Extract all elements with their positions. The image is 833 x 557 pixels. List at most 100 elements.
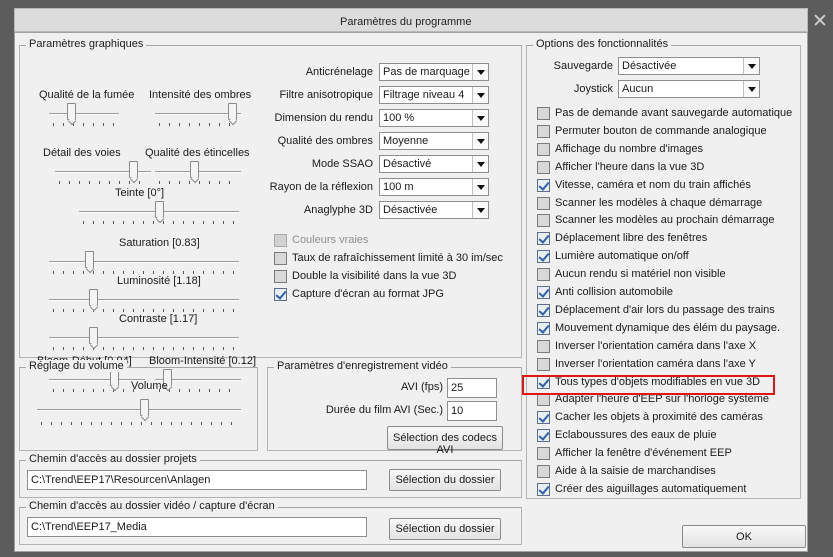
graphics-checkbox-row[interactable]: Taux de rafraîchissement limité à 30 im/… (274, 251, 514, 267)
slider-thumb[interactable] (228, 103, 237, 120)
checkbox[interactable] (274, 252, 287, 265)
graphics-combo-select[interactable]: 100 m (379, 178, 489, 196)
option-checkbox-row[interactable]: Afficher la fenêtre d'événement EEP (537, 446, 799, 462)
option-checkbox-row[interactable]: Eclaboussures des eaux de pluie (537, 428, 799, 444)
ok-button[interactable]: OK (682, 525, 806, 548)
checkbox[interactable] (537, 411, 550, 425)
checkbox[interactable] (537, 339, 550, 353)
checkbox-label: Double la visibilité dans la vue 3D (292, 270, 457, 282)
checkbox[interactable] (537, 178, 550, 192)
graphics-combo-select[interactable]: Désactivé (379, 155, 489, 173)
chevron-down-icon[interactable] (472, 87, 488, 103)
option-checkbox-row[interactable]: Affichage du nombre d'images (537, 142, 799, 158)
project-folder-button[interactable]: Sélection du dossier (389, 469, 501, 491)
slider-thumb[interactable] (89, 289, 98, 306)
checkbox[interactable] (537, 482, 550, 496)
option-checkbox-row[interactable]: Déplacement d'air lors du passage des tr… (537, 303, 799, 319)
checkbox[interactable] (537, 196, 550, 210)
checkbox-label: Pas de demande avant sauvegarde automati… (555, 107, 793, 119)
chevron-down-icon[interactable] (472, 110, 488, 126)
volume-slider-ticks (41, 422, 241, 425)
option-checkbox-row[interactable]: Inverser l'orientation caméra dans l'axe… (537, 357, 799, 373)
slider-thumb[interactable] (190, 161, 199, 178)
avi-duration-label: Durée du film AVI (Sec.) (325, 404, 443, 416)
checkbox[interactable] (537, 160, 550, 174)
option-checkbox-row[interactable]: Déplacement libre des fenêtres (537, 231, 799, 247)
checkbox-label: Capture d'écran au format JPG (292, 288, 444, 300)
slider-track[interactable] (49, 261, 239, 263)
slider-thumb[interactable] (129, 161, 138, 178)
checkbox[interactable] (537, 447, 550, 461)
option-checkbox-row[interactable]: Inverser l'orientation caméra dans l'axe… (537, 339, 799, 355)
checkbox[interactable] (537, 429, 550, 443)
slider-thumb[interactable] (155, 201, 164, 218)
chevron-down-icon[interactable] (743, 58, 759, 74)
checkbox[interactable] (537, 321, 550, 335)
avi-duration-input[interactable]: 10 (447, 401, 497, 421)
option-checkbox-row[interactable]: Aide à la saisie de marchandises (537, 464, 799, 480)
checkbox[interactable] (537, 393, 550, 407)
graphics-combo-select[interactable]: Filtrage niveau 4 (379, 86, 489, 104)
chevron-down-icon[interactable] (472, 64, 488, 80)
checkbox[interactable] (537, 107, 550, 120)
volume-slider-track[interactable] (37, 409, 241, 411)
option-checkbox-row[interactable]: Anti collision automobile (537, 285, 799, 301)
chevron-down-icon[interactable] (472, 202, 488, 218)
chevron-down-icon[interactable] (472, 179, 488, 195)
checkbox[interactable] (537, 357, 550, 371)
option-checkbox-row[interactable]: Aucun rendu si matériel non visible (537, 267, 799, 283)
slider-track[interactable] (49, 299, 239, 301)
checkbox[interactable] (537, 303, 550, 317)
graphics-combo-select[interactable]: 100 % (379, 109, 489, 127)
checkbox[interactable] (537, 286, 550, 299)
graphics-checkbox-row[interactable]: Capture d'écran au format JPG (274, 287, 514, 303)
slider-track[interactable] (49, 337, 239, 339)
checkbox[interactable] (537, 124, 550, 138)
option-checkbox-row[interactable]: Cacher les objets à proximité des caméra… (537, 410, 799, 426)
option-checkbox-row[interactable]: Pas de demande avant sauvegarde automati… (537, 106, 799, 122)
option-checkbox-row[interactable]: Créer des aiguillages automatiquement (537, 482, 799, 498)
slider-thumb[interactable] (67, 103, 76, 120)
video-folder-button[interactable]: Sélection du dossier (389, 518, 501, 540)
graphics-combo-select[interactable]: Désactivée (379, 201, 489, 219)
graphics-settings-legend: Paramètres graphiques (26, 38, 147, 50)
option-checkbox-row[interactable]: Scanner les modèles à chaque démarrage (537, 196, 799, 212)
project-path-field[interactable]: C:\Trend\EEP17\Resourcen\Anlagen (27, 470, 367, 490)
chevron-down-icon[interactable] (472, 133, 488, 149)
checkbox[interactable] (537, 250, 550, 264)
graphics-combo-select[interactable]: Moyenne (379, 132, 489, 150)
joystick-label: Joystick (573, 83, 613, 95)
checkbox[interactable] (537, 232, 550, 246)
checkbox[interactable] (537, 142, 550, 156)
slider-ticks (159, 181, 239, 184)
volume-legend: Réglage du volume (26, 360, 127, 372)
checkbox[interactable] (537, 214, 550, 228)
slider-thumb[interactable] (85, 251, 94, 268)
save-select[interactable]: Désactivée (618, 57, 760, 75)
video-path-field[interactable]: C:\Trend\EEP17_Media (27, 517, 367, 537)
option-checkbox-row[interactable]: Afficher l'heure dans la vue 3D (537, 160, 799, 176)
chevron-down-icon[interactable] (743, 81, 759, 97)
close-icon[interactable]: ✕ (812, 12, 828, 31)
chevron-down-icon[interactable] (472, 156, 488, 172)
checkbox[interactable] (274, 288, 287, 301)
option-checkbox-row[interactable]: Permuter bouton de commande analogique (537, 124, 799, 140)
graphics-combo-label: Anticrénelage (305, 66, 373, 78)
checkbox[interactable] (537, 268, 550, 282)
avi-codec-button[interactable]: Sélection des codecs AVI (387, 426, 503, 456)
avi-fps-input[interactable]: 25 (447, 378, 497, 398)
graphics-combo-select[interactable]: Pas de marquage (379, 63, 489, 81)
checkbox[interactable] (274, 270, 287, 283)
option-checkbox-row[interactable]: Mouvement dynamique des élém du paysage. (537, 321, 799, 337)
checkbox-label: Scanner les modèles au prochain démarrag… (555, 214, 775, 227)
volume-slider-thumb[interactable] (140, 399, 149, 416)
slider-track[interactable] (49, 113, 119, 115)
option-checkbox-row[interactable]: Scanner les modèles au prochain démarrag… (537, 213, 799, 229)
checkbox[interactable] (537, 465, 550, 478)
graphics-checkbox-row[interactable]: Double la visibilité dans la vue 3D (274, 269, 514, 285)
slider-thumb[interactable] (89, 327, 98, 344)
joystick-select[interactable]: Aucun (618, 80, 760, 98)
checkbox-label: Inverser l'orientation caméra dans l'axe… (555, 339, 757, 352)
option-checkbox-row[interactable]: Vitesse, caméra et nom du train affichés (537, 178, 799, 194)
option-checkbox-row[interactable]: Lumière automatique on/off (537, 249, 799, 265)
